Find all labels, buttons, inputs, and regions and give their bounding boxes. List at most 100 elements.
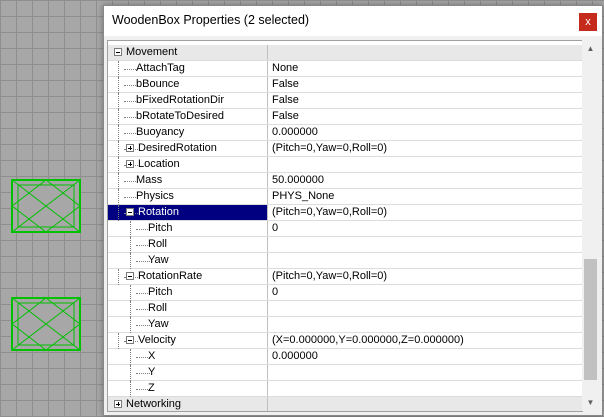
- expand-icon[interactable]: [126, 160, 134, 168]
- property-value[interactable]: False: [272, 93, 299, 108]
- property-value[interactable]: (Pitch=0,Yaw=0,Roll=0): [272, 141, 387, 156]
- property-row[interactable]: Mass 50.000000: [108, 173, 582, 189]
- property-name-cell[interactable]: Roll: [108, 301, 268, 317]
- property-name: Roll: [148, 238, 167, 250]
- property-name-cell[interactable]: Pitch: [108, 285, 268, 301]
- property-row[interactable]: Velocity (X=0.000000,Y=0.000000,Z=0.00000…: [108, 333, 582, 349]
- tree-connector: [130, 237, 131, 253]
- property-row[interactable]: Yaw: [108, 253, 582, 269]
- property-row[interactable]: bRotateToDesired False: [108, 109, 582, 125]
- property-value[interactable]: 0.000000: [272, 349, 318, 364]
- property-name-cell[interactable]: X: [108, 349, 268, 365]
- property-row[interactable]: bFixedRotationDir False: [108, 93, 582, 109]
- collapse-icon[interactable]: [126, 272, 134, 280]
- property-row[interactable]: X 0.000000: [108, 349, 582, 365]
- scroll-down-icon[interactable]: ▼: [582, 394, 599, 411]
- property-name-cell[interactable]: bRotateToDesired: [108, 109, 268, 125]
- property-name-cell[interactable]: Mass: [108, 173, 268, 189]
- property-name-cell[interactable]: AttachTag: [108, 61, 268, 77]
- property-value[interactable]: False: [272, 109, 299, 124]
- property-value[interactable]: 50.000000: [272, 173, 324, 188]
- category-row[interactable]: Movement: [108, 45, 582, 61]
- property-value[interactable]: (X=0.000000,Y=0.000000,Z=0.000000): [272, 333, 464, 348]
- property-name-cell[interactable]: Velocity: [108, 333, 268, 349]
- property-value[interactable]: 0: [272, 221, 278, 236]
- property-row[interactable]: bBounce False: [108, 77, 582, 93]
- property-name: bBounce: [136, 78, 180, 90]
- property-value[interactable]: PHYS_None: [272, 189, 334, 204]
- property-row[interactable]: Location: [108, 157, 582, 173]
- property-name: Roll: [148, 302, 167, 314]
- property-name-cell[interactable]: Buoyancy: [108, 125, 268, 141]
- property-name: Networking: [126, 398, 182, 410]
- expand-icon[interactable]: [126, 144, 134, 152]
- scrollbar-thumb[interactable]: [584, 259, 597, 380]
- tree-connector: [130, 285, 131, 301]
- property-name: bFixedRotationDir: [136, 94, 225, 106]
- property-row[interactable]: Pitch 0: [108, 221, 582, 237]
- tree-connector: [118, 61, 119, 77]
- property-name: Physics: [136, 190, 174, 202]
- tree-connector: [118, 189, 119, 205]
- tree-connector: [118, 125, 119, 141]
- property-row[interactable]: Roll: [108, 301, 582, 317]
- property-name: X: [148, 350, 156, 362]
- property-name-cell[interactable]: Networking: [108, 397, 268, 411]
- tree-connector: [118, 173, 119, 189]
- property-row[interactable]: Z: [108, 381, 582, 397]
- property-row[interactable]: Yaw: [108, 317, 582, 333]
- property-name-cell[interactable]: Physics: [108, 189, 268, 205]
- property-value[interactable]: (Pitch=0,Yaw=0,Roll=0): [272, 205, 387, 220]
- property-name-cell[interactable]: bBounce: [108, 77, 268, 93]
- property-value[interactable]: None: [272, 61, 298, 76]
- property-value[interactable]: (Pitch=0,Yaw=0,Roll=0): [272, 269, 387, 284]
- property-row[interactable]: AttachTag None: [108, 61, 582, 77]
- property-name: Mass: [136, 174, 163, 186]
- vertical-scrollbar[interactable]: ▲ ▼: [582, 40, 599, 411]
- property-row[interactable]: Physics PHYS_None: [108, 189, 582, 205]
- wireframe-box-top: [11, 179, 81, 233]
- collapse-icon[interactable]: [126, 336, 134, 344]
- tree-connector: [118, 269, 119, 285]
- title-bar[interactable]: WoodenBox Properties (2 selected) x: [104, 6, 602, 36]
- property-name-cell[interactable]: Movement: [108, 45, 268, 60]
- property-name: RotationRate: [138, 270, 203, 282]
- property-row[interactable]: Y: [108, 365, 582, 381]
- tree-connector: [130, 381, 131, 397]
- tree-connector: [118, 93, 119, 109]
- property-name: Rotation: [138, 206, 179, 218]
- property-name-cell[interactable]: Z: [108, 381, 268, 397]
- property-name-cell[interactable]: Roll: [108, 237, 268, 253]
- property-row[interactable]: RotationRate (Pitch=0,Yaw=0,Roll=0): [108, 269, 582, 285]
- scroll-up-icon[interactable]: ▲: [582, 40, 599, 57]
- property-value[interactable]: 0: [272, 285, 278, 300]
- property-name-cell[interactable]: bFixedRotationDir: [108, 93, 268, 109]
- property-name-cell[interactable]: DesiredRotation: [108, 141, 268, 157]
- expand-icon[interactable]: [114, 400, 122, 408]
- property-name-cell[interactable]: RotationRate: [108, 269, 268, 285]
- property-name-cell[interactable]: Y: [108, 365, 268, 381]
- property-row[interactable]: Roll: [108, 237, 582, 253]
- property-name-cell[interactable]: Yaw: [108, 317, 268, 333]
- property-name: Movement: [126, 46, 178, 58]
- property-name: DesiredRotation: [138, 142, 217, 154]
- property-row[interactable]: Pitch 0: [108, 285, 582, 301]
- property-value[interactable]: False: [272, 77, 299, 92]
- property-value[interactable]: 0.000000: [272, 125, 318, 140]
- property-name-cell[interactable]: Location: [108, 157, 268, 173]
- property-name-cell[interactable]: Pitch: [108, 221, 268, 237]
- property-row[interactable]: Rotation (Pitch=0,Yaw=0,Roll=0): [108, 205, 582, 221]
- property-name-cell[interactable]: Rotation: [108, 205, 268, 221]
- property-row[interactable]: Buoyancy 0.000000: [108, 125, 582, 141]
- collapse-icon[interactable]: [114, 48, 122, 56]
- property-row[interactable]: DesiredRotation (Pitch=0,Yaw=0,Roll=0): [108, 141, 582, 157]
- property-name: bRotateToDesired: [136, 110, 225, 122]
- collapse-icon[interactable]: [126, 208, 134, 216]
- tree-connector: [130, 317, 131, 333]
- close-button[interactable]: x: [579, 13, 597, 31]
- tree-connector: [118, 141, 119, 157]
- category-row[interactable]: Networking: [108, 397, 582, 411]
- property-name: Z: [148, 382, 155, 394]
- property-name-cell[interactable]: Yaw: [108, 253, 268, 269]
- tree-connector: [130, 253, 131, 269]
